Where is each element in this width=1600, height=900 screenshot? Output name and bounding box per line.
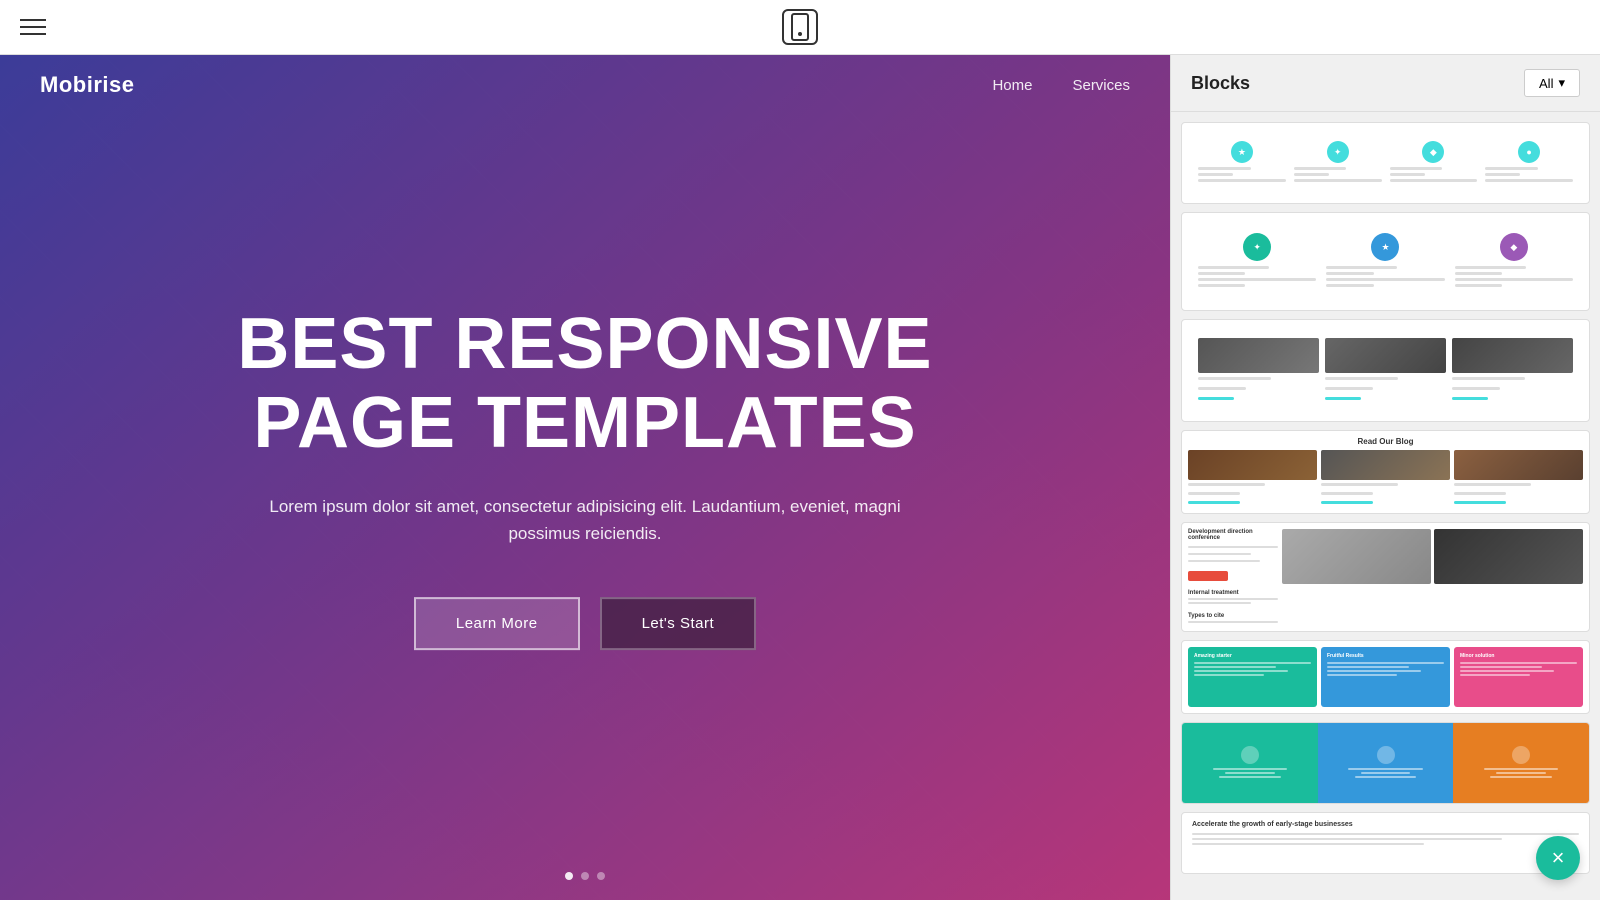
phone-view-button[interactable] — [782, 9, 818, 45]
block-thumb-colored-blocks[interactable] — [1181, 722, 1590, 804]
chevron-down-icon: ▾ — [1558, 75, 1565, 91]
canvas-preview: Mobirise Home Services BEST RESPONSIVE P… — [0, 55, 1170, 900]
block-thumb-3-content — [1182, 320, 1589, 421]
block-thumb-color-features[interactable]: Amazing starter Fruitful Results — [1181, 640, 1590, 714]
hamburger-menu-button[interactable] — [20, 19, 46, 35]
blocks-panel-scroll[interactable]: ★ ✦ ◆ ● — [1171, 112, 1600, 900]
main-area: Mobirise Home Services BEST RESPONSIVE P… — [0, 55, 1600, 900]
phone-icon — [791, 13, 809, 41]
filter-button[interactable]: All ▾ — [1524, 69, 1580, 97]
block-thumb-4-content: Read Our Blog — [1182, 431, 1589, 513]
hero-subtitle: Lorem ipsum dolor sit amet, consectetur … — [235, 493, 935, 547]
block-thumb-6-content: Amazing starter Fruitful Results — [1182, 641, 1589, 713]
block-thumb-icon-cards[interactable]: ★ ✦ ◆ ● — [1181, 122, 1590, 204]
panel-title: Blocks — [1191, 73, 1250, 94]
panel-header: Blocks All ▾ — [1171, 55, 1600, 112]
hero-content: BEST RESPONSIVE PAGE TEMPLATES Lorem ips… — [135, 305, 1035, 651]
nav-links: Home Services — [992, 77, 1130, 94]
block-thumb-1-content: ★ ✦ ◆ ● — [1182, 123, 1589, 203]
hero-title-line2: PAGE TEMPLATES — [253, 383, 916, 463]
hero-title: BEST RESPONSIVE PAGE TEMPLATES — [135, 305, 1035, 463]
toolbar — [0, 0, 1600, 55]
block-thumb-5-content: Development direction conference Interna… — [1182, 523, 1589, 631]
block-thumb-news[interactable]: Development direction conference Interna… — [1181, 522, 1590, 632]
nav-bar: Mobirise Home Services — [0, 55, 1170, 115]
hero-title-line1: BEST RESPONSIVE — [237, 304, 932, 384]
close-panel-button[interactable]: × — [1536, 836, 1580, 880]
carousel-dot-1[interactable] — [565, 872, 573, 880]
carousel-dot-3[interactable] — [597, 872, 605, 880]
block-thumb-8-content: Accelerate the growth of early-stage bus… — [1182, 813, 1589, 873]
block-thumb-circle-features[interactable]: ✦ ★ ◆ — [1181, 212, 1590, 311]
block-thumb-photo-cards[interactable] — [1181, 319, 1590, 422]
carousel-dot-2[interactable] — [581, 872, 589, 880]
right-panel: Blocks All ▾ ★ ✦ — [1170, 55, 1600, 900]
block-thumb-blog[interactable]: Read Our Blog — [1181, 430, 1590, 514]
lets-start-button[interactable]: Let's Start — [600, 597, 757, 650]
block-thumb-cta[interactable]: Accelerate the growth of early-stage bus… — [1181, 812, 1590, 874]
block-thumb-2-content: ✦ ★ ◆ — [1182, 213, 1589, 310]
hero-buttons: Learn More Let's Start — [135, 597, 1035, 650]
nav-brand: Mobirise — [40, 72, 134, 98]
hero-carousel-dots — [565, 872, 605, 880]
learn-more-button[interactable]: Learn More — [414, 597, 580, 650]
nav-link-services[interactable]: Services — [1072, 77, 1130, 94]
filter-label: All — [1539, 76, 1553, 91]
block-thumb-7-content — [1182, 723, 1589, 803]
nav-link-home[interactable]: Home — [992, 77, 1032, 94]
